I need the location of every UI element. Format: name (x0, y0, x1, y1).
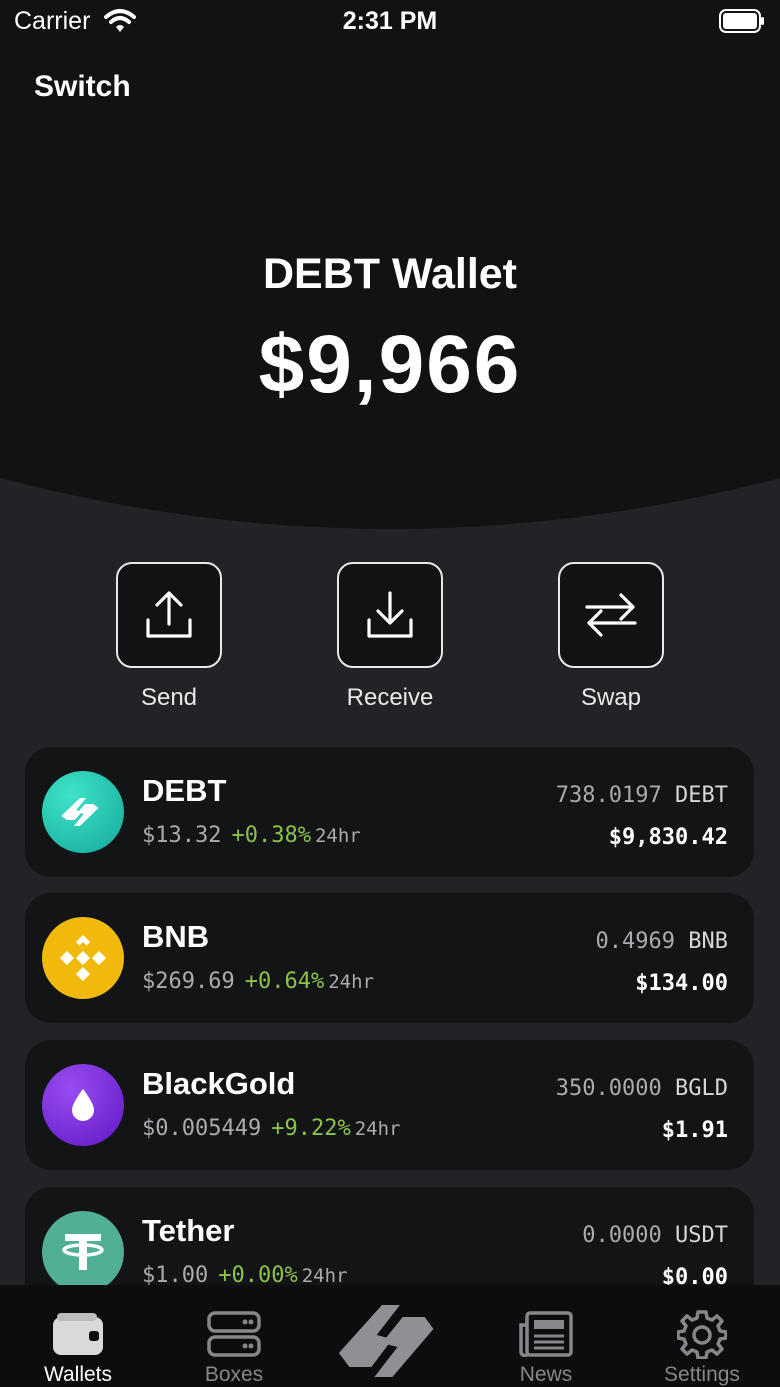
debt-logo-icon (338, 1305, 434, 1377)
asset-period: 24hr (301, 1265, 348, 1287)
asset-symbol: BNB (688, 929, 728, 954)
tab-wallets[interactable]: Wallets (0, 1285, 156, 1387)
clock: 2:31 PM (342, 7, 438, 35)
receive-label: Receive (346, 684, 434, 711)
upload-icon (146, 591, 192, 638)
tab-label: Settings (664, 1363, 740, 1386)
battery-icon (719, 9, 764, 33)
swap-arrows-icon (585, 593, 637, 637)
asset-price: $0.005449 (142, 1116, 262, 1141)
asset-name: Tether (142, 1213, 235, 1248)
asset-period: 24hr (314, 825, 361, 847)
asset-amount-value: 0.0000 (582, 1223, 662, 1248)
tab-news[interactable]: News (468, 1285, 624, 1387)
wallet-total-balance: $9,966 (258, 319, 522, 410)
asset-price-row: $0.005449 +9.22% 24hr (142, 1116, 400, 1141)
wallet-icon (53, 1313, 103, 1355)
asset-value: $1.91 (661, 1118, 728, 1143)
download-icon (367, 591, 413, 638)
asset-symbol: USDT (675, 1223, 728, 1248)
asset-amount-value: 350.0000 (555, 1076, 662, 1101)
asset-price-row: $269.69 +0.64% 24hr (142, 969, 374, 994)
asset-symbol: BGLD (675, 1076, 728, 1101)
asset-period: 24hr (328, 971, 374, 993)
asset-card-blackgold[interactable]: BlackGold $0.005449 +9.22% 24hr 350.0000 B… (25, 1040, 754, 1170)
asset-price: $269.69 (142, 969, 235, 994)
asset-name: BNB (142, 919, 210, 954)
tab-home-logo[interactable] (312, 1285, 468, 1387)
swap-button[interactable] (558, 562, 664, 668)
asset-change: +9.22% (271, 1116, 351, 1141)
asset-value: $134.00 (635, 971, 728, 996)
newspaper-icon (519, 1311, 573, 1357)
tab-bar: Wallets Boxes News Settings (0, 1285, 780, 1387)
asset-price: $13.32 (142, 823, 222, 848)
blackgold-token-icon (42, 1064, 124, 1146)
tab-settings[interactable]: Settings (624, 1285, 780, 1387)
asset-card-debt[interactable]: DEBT $13.32 +0.38% 24hr 738.0197 DEBT $9,8… (25, 747, 754, 877)
wallet-name: DEBT Wallet (262, 250, 518, 298)
asset-change: +0.64% (244, 969, 325, 994)
server-icon (207, 1311, 261, 1357)
debt-token-icon (42, 771, 124, 853)
asset-amount-value: 738.0197 (555, 783, 662, 808)
asset-name: DEBT (142, 773, 227, 808)
switch-wallet-button[interactable]: Switch (34, 70, 131, 104)
receive-button[interactable] (337, 562, 443, 668)
receive-action: Receive (337, 562, 443, 711)
tab-label: Boxes (204, 1363, 264, 1386)
swap-action: Swap (558, 562, 664, 711)
asset-symbol: DEBT (675, 783, 728, 808)
asset-amount: 0.4969 BNB (596, 929, 728, 954)
send-label: Send (140, 684, 198, 711)
tab-boxes[interactable]: Boxes (156, 1285, 312, 1387)
send-button[interactable] (116, 562, 222, 668)
asset-card-bnb[interactable]: BNB $269.69 +0.64% 24hr 0.4969 BNB $134.00 (25, 893, 754, 1023)
tether-token-icon (42, 1211, 124, 1293)
asset-price-row: $13.32 +0.38% 24hr (142, 823, 361, 848)
bnb-token-icon (42, 917, 124, 999)
asset-change: +0.38% (231, 823, 311, 848)
asset-amount: 350.0000 BGLD (556, 1076, 728, 1101)
tab-label: Wallets (43, 1363, 113, 1386)
tab-label: News (519, 1363, 573, 1386)
status-bar: Carrier 2:31 PM (0, 0, 780, 44)
send-action: Send (116, 562, 222, 711)
asset-amount: 0.0000 USDT (582, 1223, 728, 1248)
swap-label: Swap (580, 684, 642, 711)
asset-value: $9,830.42 (608, 825, 728, 850)
asset-name: BlackGold (142, 1066, 296, 1101)
asset-amount: 738.0197 DEBT (556, 783, 728, 808)
gear-icon (677, 1310, 727, 1359)
asset-period: 24hr (354, 1118, 401, 1140)
asset-amount-value: 0.4969 (595, 929, 675, 954)
